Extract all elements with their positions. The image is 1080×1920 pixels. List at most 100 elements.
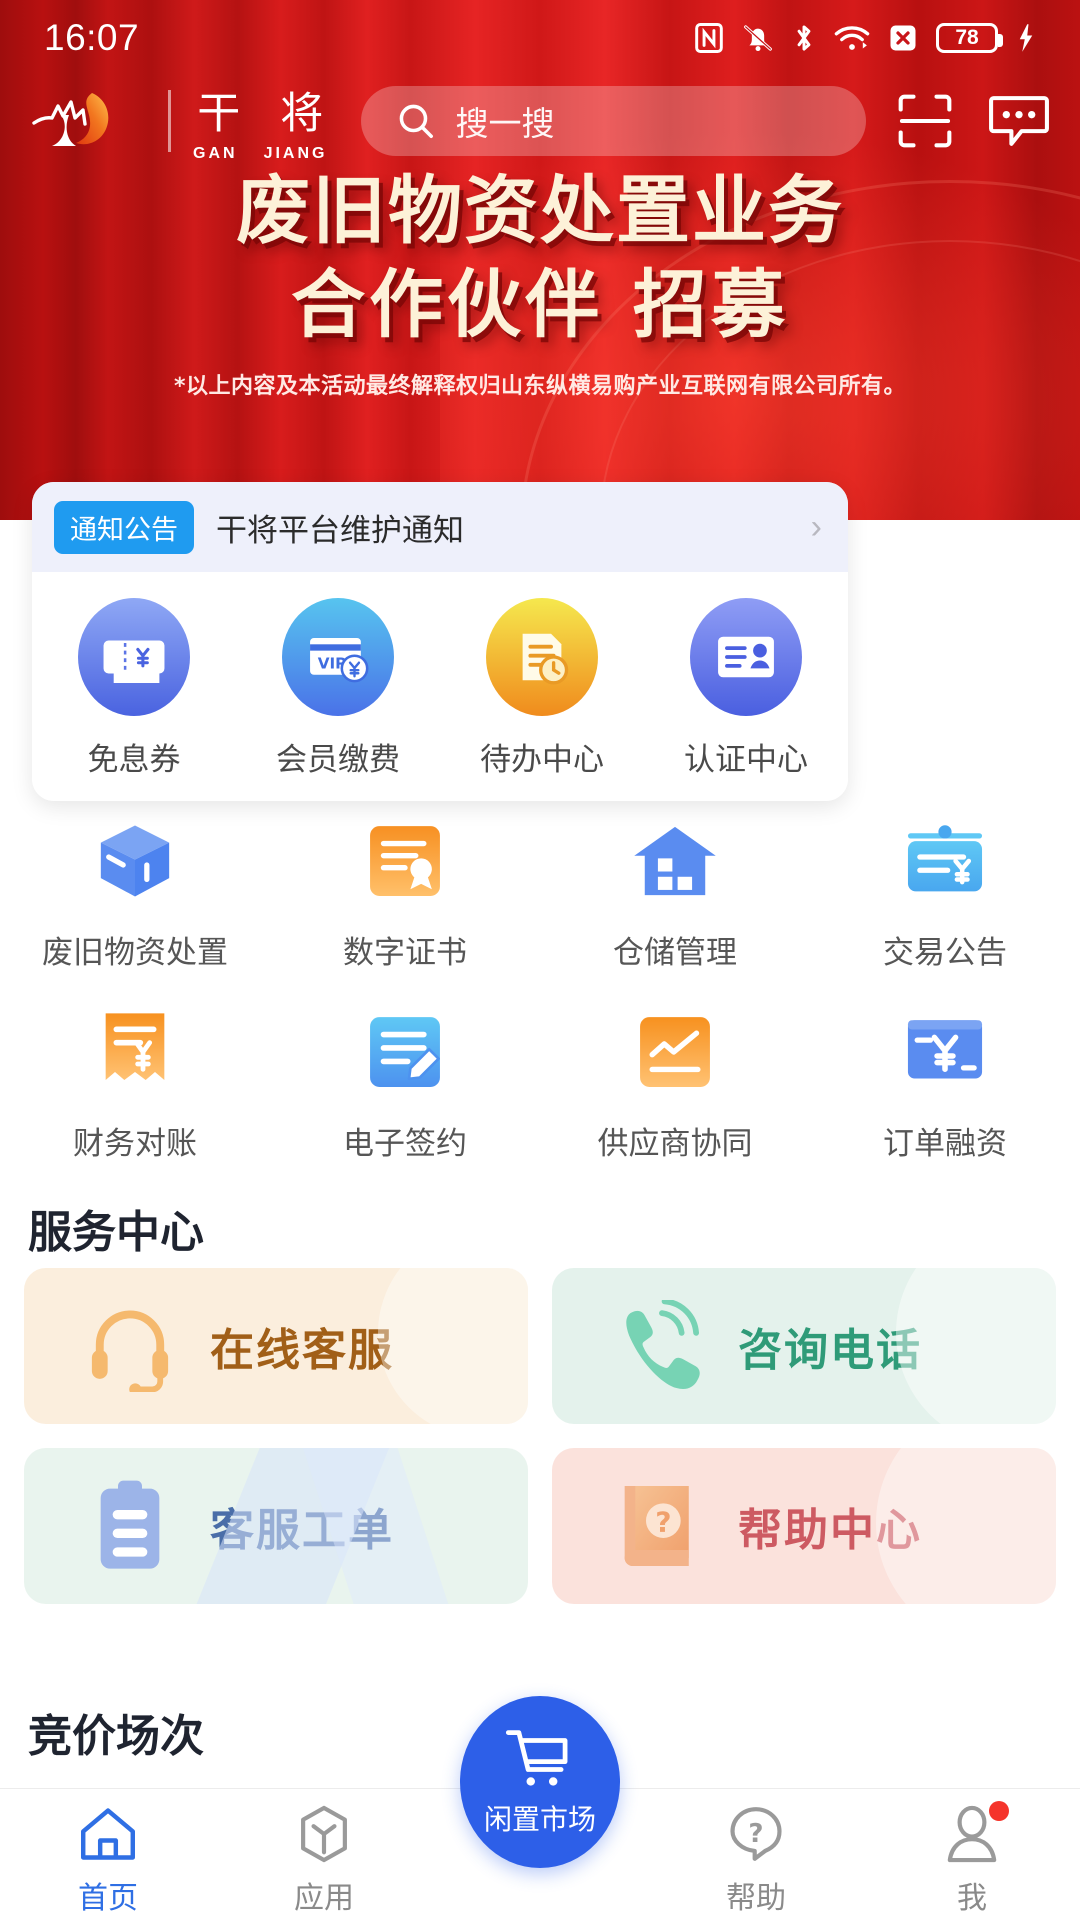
brand-name: 干 将 GAN JIANG bbox=[193, 79, 327, 163]
bluetooth-icon bbox=[797, 25, 811, 51]
vip-card-icon: VIP bbox=[282, 598, 394, 716]
app-grid-label: 供应商协同 bbox=[597, 1126, 753, 1162]
headset-icon bbox=[84, 1300, 176, 1392]
app-grid-label: 交易公告 bbox=[883, 935, 1007, 971]
tab-help[interactable]: ? 帮助 bbox=[648, 1803, 864, 1917]
user-icon bbox=[941, 1801, 1009, 1865]
cart-icon bbox=[505, 1730, 568, 1786]
tab-label: 首页 bbox=[78, 1881, 138, 1916]
app-grid-label: 财务对账 bbox=[73, 1126, 197, 1162]
todo-clock-icon bbox=[486, 598, 598, 716]
svg-text:?: ? bbox=[748, 1819, 763, 1849]
app-grid-item-supplier-collaboration[interactable]: 供应商协同 bbox=[540, 1006, 810, 1163]
scan-icon[interactable] bbox=[892, 88, 958, 154]
coupon-yuan-icon bbox=[78, 598, 190, 716]
service-center-title: 服务中心 bbox=[28, 1207, 204, 1258]
app-grid-item-e-signature[interactable]: 电子签约 bbox=[270, 1006, 540, 1163]
certificate-icon bbox=[359, 815, 451, 907]
notice-bar[interactable]: 通知公告 干将平台维护通知 › bbox=[32, 482, 848, 572]
app-grid-item-trade-announcement[interactable]: 交易公告 bbox=[810, 815, 1080, 972]
promo-banner-disclaimer: *以上内容及本活动最终解释权归山东纵横易购产业互联网有限公司所有。 bbox=[173, 374, 906, 399]
chevron-right-icon[interactable]: › bbox=[811, 508, 822, 547]
app-grid-label: 订单融资 bbox=[883, 1126, 1007, 1162]
service-card-label: 客服工单 bbox=[210, 1505, 394, 1556]
service-card-label: 帮助中心 bbox=[738, 1505, 922, 1556]
bell-muted-icon bbox=[744, 25, 772, 52]
tab-apps[interactable]: 应用 bbox=[216, 1803, 432, 1917]
svg-text:?: ? bbox=[655, 1505, 671, 1538]
quick-action-label: 认证中心 bbox=[684, 742, 808, 778]
tab-profile[interactable]: 我 bbox=[864, 1801, 1080, 1917]
app-header: 干 将 GAN JIANG 搜一搜 bbox=[0, 78, 1080, 164]
app-grid-label: 废旧物资处置 bbox=[42, 935, 228, 971]
receipt-yuan-icon bbox=[89, 1006, 181, 1098]
id-card-icon bbox=[690, 598, 802, 716]
status-bar-clock: 16:07 bbox=[44, 17, 140, 58]
app-grid-item-order-financing[interactable]: 订单融资 bbox=[810, 1006, 1080, 1163]
apps-cube-icon bbox=[293, 1803, 355, 1865]
notice-text: 干将平台维护通知 bbox=[216, 512, 464, 549]
app-grid: 废旧物资处置 数字证书 仓储管理 交易公告 财务对账 电子签约 供应商协同 订单… bbox=[0, 815, 1080, 1163]
brand-separator bbox=[168, 90, 171, 152]
home-icon bbox=[77, 1803, 139, 1865]
notice-tag: 通知公告 bbox=[54, 500, 194, 554]
ganjiang-logo-icon bbox=[28, 85, 146, 157]
notice-and-quick-actions-card: 通知公告 干将平台维护通知 › 免息券 VIP 会员缴费 待办中心 认证中心 bbox=[32, 482, 848, 801]
battery-icon: 78 bbox=[936, 23, 1003, 53]
brand-en-word-1: GAN bbox=[193, 145, 238, 162]
brand-logo: 干 将 GAN JIANG bbox=[28, 79, 327, 163]
service-card-label: 在线客服 bbox=[210, 1325, 394, 1376]
cube-box-icon bbox=[89, 815, 181, 907]
service-card-online-support[interactable]: 在线客服 bbox=[24, 1268, 528, 1424]
search-placeholder: 搜一搜 bbox=[455, 104, 555, 143]
sim-off-icon bbox=[890, 25, 916, 51]
tab-home[interactable]: 首页 bbox=[0, 1803, 216, 1917]
charging-bolt-icon bbox=[1019, 24, 1033, 52]
auction-section-title: 竞价场次 bbox=[28, 1711, 204, 1762]
service-card-label: 咨询电话 bbox=[738, 1325, 922, 1376]
promo-banner-line1: 废旧物资处置业务 bbox=[236, 168, 844, 254]
app-grid-label: 仓储管理 bbox=[613, 935, 737, 971]
service-card-help-center[interactable]: ? 帮助中心 bbox=[552, 1448, 1056, 1604]
fab-label: 闲置市场 bbox=[483, 1803, 596, 1836]
phone-ring-icon bbox=[612, 1300, 704, 1392]
quick-actions-row: 免息券 VIP 会员缴费 待办中心 认证中心 bbox=[32, 572, 848, 801]
quick-action-todo-center[interactable]: 待办中心 bbox=[440, 598, 644, 779]
tab-label: 我 bbox=[957, 1881, 987, 1916]
clipboard-icon bbox=[84, 1480, 176, 1572]
help-book-icon: ? bbox=[612, 1480, 704, 1572]
service-center-grid: 在线客服 咨询电话 客服工单 ? 帮助中心 bbox=[24, 1268, 1056, 1604]
quick-action-label: 免息券 bbox=[87, 742, 181, 778]
app-grid-item-warehouse[interactable]: 仓储管理 bbox=[540, 815, 810, 972]
app-grid-label: 数字证书 bbox=[343, 935, 467, 971]
help-chat-icon: ? bbox=[725, 1803, 787, 1865]
wifi-icon bbox=[834, 26, 870, 50]
app-grid-item-digital-certificate[interactable]: 数字证书 bbox=[270, 815, 540, 972]
fab-idle-market[interactable]: 闲置市场 bbox=[460, 1696, 620, 1868]
brand-cn-char-2: 将 bbox=[280, 89, 324, 139]
nfc-icon bbox=[695, 22, 723, 54]
quick-action-label: 会员缴费 bbox=[276, 742, 400, 778]
brand-en-word-2: JIANG bbox=[263, 145, 328, 162]
message-icon[interactable] bbox=[986, 88, 1052, 154]
brand-cn-char-1: 干 bbox=[197, 89, 241, 139]
quick-action-coupon[interactable]: 免息券 bbox=[32, 598, 236, 779]
quick-action-membership-payment[interactable]: VIP 会员缴费 bbox=[236, 598, 440, 779]
search-input[interactable]: 搜一搜 bbox=[361, 86, 866, 156]
service-card-phone-consult[interactable]: 咨询电话 bbox=[552, 1268, 1056, 1424]
search-icon bbox=[400, 104, 434, 138]
status-bar: 16:07 78 bbox=[0, 0, 1080, 76]
app-grid-item-scrap-disposal[interactable]: 废旧物资处置 bbox=[0, 815, 270, 972]
service-card-support-ticket[interactable]: 客服工单 bbox=[24, 1448, 528, 1604]
app-grid-item-finance-reconciliation[interactable]: 财务对账 bbox=[0, 1006, 270, 1163]
status-bar-icons: 78 bbox=[694, 22, 1036, 54]
tab-label: 帮助 bbox=[726, 1881, 786, 1916]
quick-action-certification-center[interactable]: 认证中心 bbox=[644, 598, 848, 779]
battery-level-text: 78 bbox=[955, 26, 979, 49]
trend-chart-icon bbox=[629, 1006, 721, 1098]
app-grid-label: 电子签约 bbox=[343, 1126, 467, 1162]
promo-banner-line2: 合作伙伴 招募 bbox=[291, 262, 789, 348]
quick-action-label: 待办中心 bbox=[480, 742, 604, 778]
tab-label: 应用 bbox=[294, 1881, 354, 1916]
warehouse-home-icon bbox=[629, 815, 721, 907]
